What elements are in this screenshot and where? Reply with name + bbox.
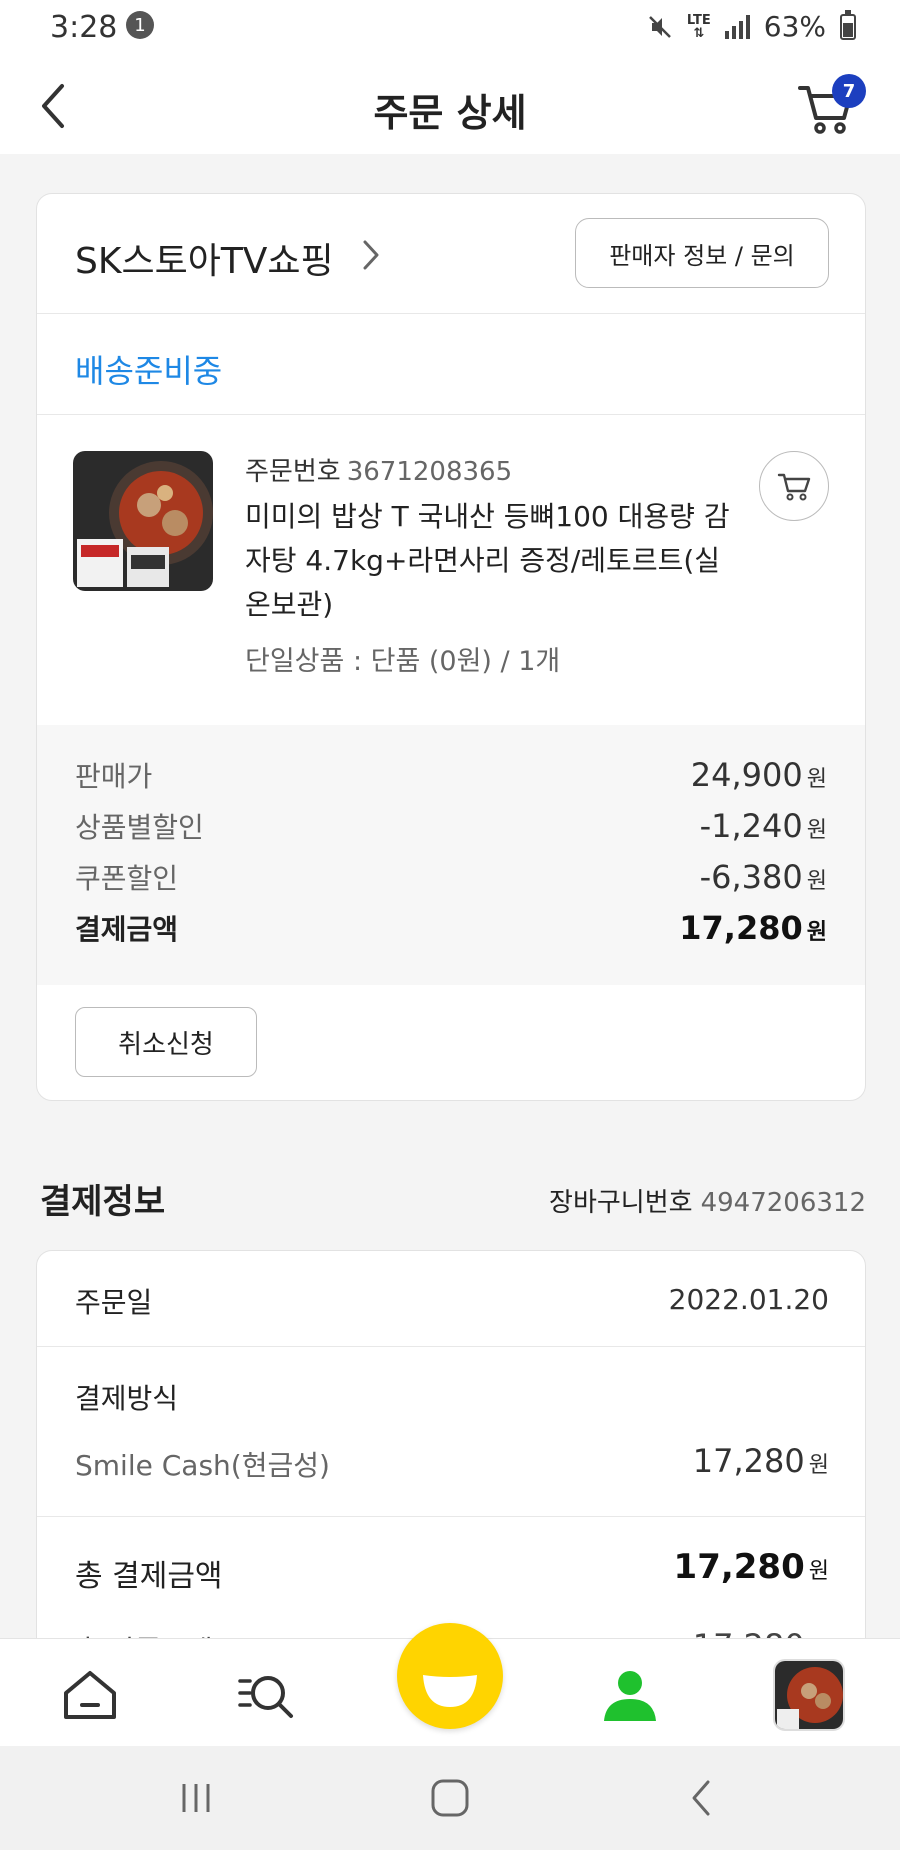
battery-percent: 63% [763, 10, 826, 43]
mute-icon [648, 15, 671, 38]
price-label: 쿠폰할인 [75, 861, 179, 895]
order-number: 주문번호 3671208365 [245, 451, 512, 488]
page-title: 주문 상세 [373, 91, 527, 135]
total-payment-amount: 17,280 원 [673, 1547, 829, 1587]
recent-item-thumbnail[interactable] [773, 1659, 845, 1731]
cart-icon [777, 473, 811, 501]
seller-info-button[interactable]: 판매자 정보 / 문의 [575, 218, 829, 288]
order-date-value: 2022.01.20 [668, 1283, 829, 1316]
cart-count-badge: 7 [832, 74, 866, 108]
product-row: 주문번호 3671208365 미미의 밥상 T 국내산 등뼈100 대용량 감자… [37, 415, 865, 725]
chevron-right-icon[interactable] [361, 238, 381, 272]
price-summary: 판매가 24,900 원 상품별할인 -1,240 원 쿠폰할인 -6,380 원 결… [37, 725, 865, 985]
bottom-navigation [0, 1623, 900, 1746]
battery-icon [840, 9, 856, 40]
status-icons: LTE ⇅ 63% [647, 9, 856, 43]
home-icon[interactable] [60, 1665, 120, 1725]
recent-item-image [775, 1661, 843, 1729]
home-button-icon[interactable] [428, 1776, 472, 1820]
recent-apps-icon[interactable] [178, 1776, 214, 1820]
order-date-label: 주문일 [75, 1286, 153, 1319]
cart-button[interactable]: 7 [796, 74, 866, 138]
payment-info-card: 주문일 2022.01.20 결제방식 Smile Cash(현금성) 17,2… [36, 1250, 866, 1670]
product-option: 단일상품 : 단품 (0원) / 1개 [245, 646, 561, 677]
notification-count-badge: 1 [126, 11, 154, 39]
order-date-row: 주문일 2022.01.20 [37, 1251, 865, 1347]
lte-indicator: LTE ⇅ [686, 12, 711, 41]
product-image [73, 451, 213, 591]
price-line: 상품별할인 -1,240 원 [75, 800, 827, 851]
category-search-icon[interactable] [236, 1665, 296, 1725]
status-bar: 3:28 1 LTE ⇅ 63% [0, 0, 900, 56]
price-label: 결제금액 [75, 912, 179, 946]
price-value: -6,380 원 [699, 857, 827, 896]
app-header: 주문 상세 7 [0, 56, 900, 154]
order-number-value: 3671208365 [346, 457, 513, 487]
total-payment-row: 총 결제금액 17,280 원 [37, 1517, 865, 1617]
system-back-icon[interactable] [686, 1776, 716, 1820]
product-thumbnail[interactable] [73, 451, 213, 591]
status-time: 3:28 [50, 10, 118, 45]
cancel-row: 취소신청 [37, 985, 865, 1100]
cancel-request-button[interactable]: 취소신청 [75, 1007, 257, 1077]
price-value: 24,900 원 [690, 755, 827, 794]
payment-method-label: 결제방식 [75, 1382, 179, 1415]
seller-name-link[interactable]: SK스토아TV쇼핑 [75, 232, 334, 284]
signal-icon [724, 14, 750, 39]
shipping-status: 배송준비중 [75, 352, 223, 390]
smile-button[interactable] [397, 1623, 503, 1729]
order-card: SK스토아TV쇼핑 판매자 정보 / 문의 배송준비중 주문번호 3671208… [36, 193, 866, 1101]
price-value: -1,240 원 [699, 806, 827, 845]
payment-info-header: 결제정보 장바구니번호 4947206312 [40, 1174, 866, 1224]
seller-row: SK스토아TV쇼핑 판매자 정보 / 문의 [37, 194, 865, 314]
price-label: 판매가 [75, 759, 153, 793]
my-page-icon[interactable] [600, 1665, 660, 1725]
system-navigation-bar [0, 1746, 900, 1850]
payment-method-row: 결제방식 Smile Cash(현금성) 17,280 원 [37, 1347, 865, 1517]
price-line: 쿠폰할인 -6,380 원 [75, 851, 827, 902]
payment-amount-line: 결제금액 17,280 원 [75, 902, 827, 953]
payment-method-value: Smile Cash(현금성) [75, 1449, 330, 1482]
price-line: 판매가 24,900 원 [75, 749, 827, 800]
order-number-label: 주문번호 [245, 457, 341, 487]
price-value: 17,280 원 [679, 908, 827, 947]
smile-icon [423, 1675, 477, 1707]
total-payment-label: 총 결제금액 [75, 1559, 223, 1594]
shipping-status-row: 배송준비중 [37, 314, 865, 415]
add-to-cart-button[interactable] [759, 451, 829, 521]
basket-number: 장바구니번호 4947206312 [549, 1188, 866, 1218]
price-label: 상품별할인 [75, 810, 204, 844]
payment-method-amount: 17,280 원 [692, 1442, 829, 1480]
payment-info-title: 결제정보 [40, 1182, 166, 1222]
product-title[interactable]: 미미의 밥상 T 국내산 등뼈100 대용량 감자탕 4.7kg+라면사리 증정… [245, 495, 745, 627]
